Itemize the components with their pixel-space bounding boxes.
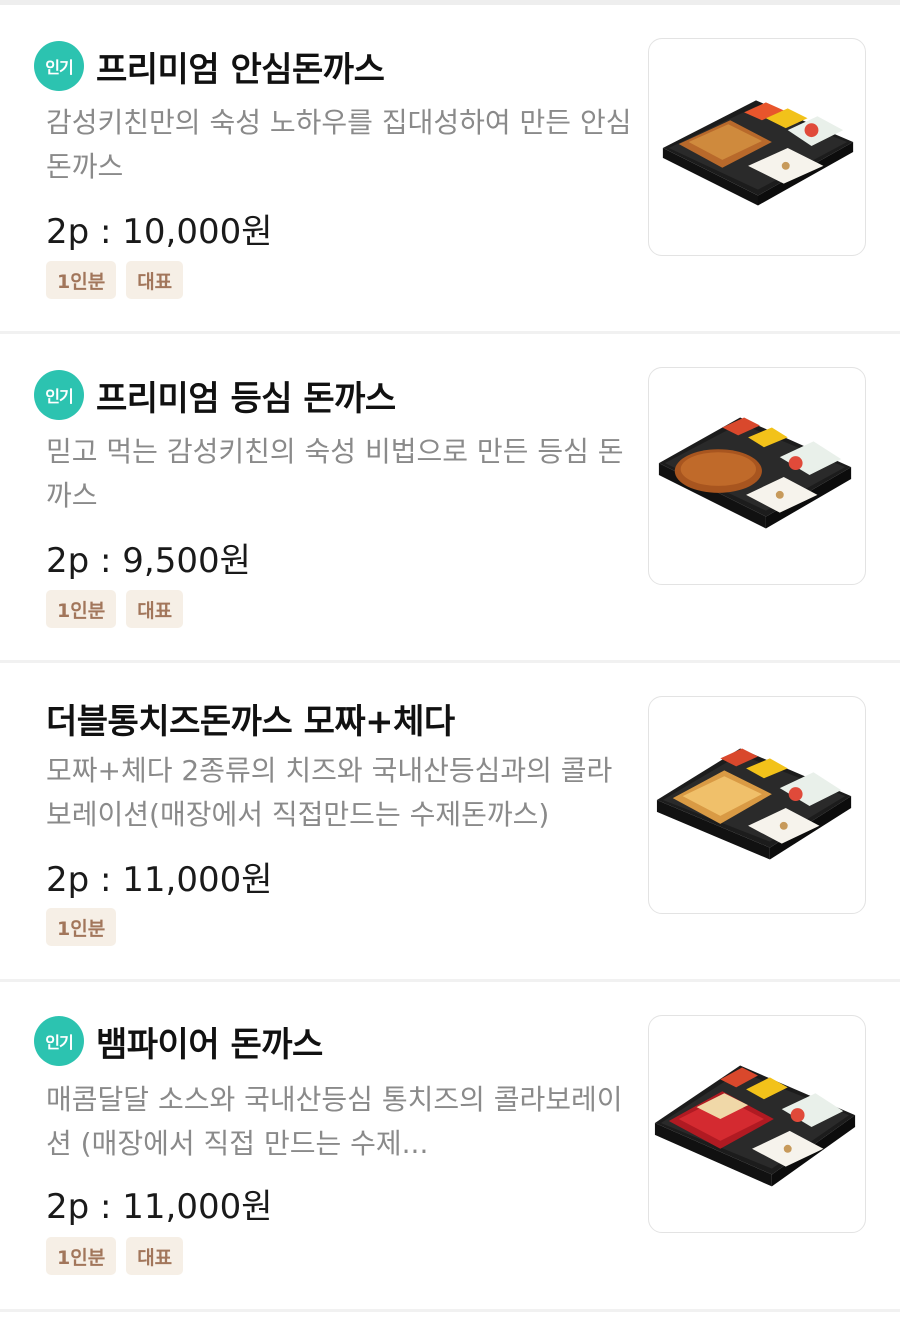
popular-badge: 인기	[34, 1016, 84, 1066]
menu-item-tags: 1인분 대표	[46, 1237, 184, 1275]
menu-item[interactable]: 더블통치즈돈까스 모짜+체다 모짜+체다 2종류의 치즈와 국내산등심과의 콜라…	[0, 662, 900, 981]
menu-item-price: 2p : 10,000원	[46, 212, 273, 252]
menu-item-title: 더블통치즈돈까스 모짜+체다	[46, 701, 455, 742]
popular-badge: 인기	[34, 370, 84, 420]
menu-item-description: 모짜+체다 2종류의 치즈와 국내산등심과의 콜라보레이션(매장에서 직접만드는…	[46, 754, 613, 831]
tag-serving: 1인분	[46, 908, 117, 946]
menu-item-description: 감성키친만의 숙성 노하우를 집대성하여 만든 안심 돈까스	[46, 106, 632, 183]
bento-box-image[interactable]	[648, 38, 866, 256]
menu-item-price: 2p : 9,500원	[46, 541, 251, 581]
menu-item[interactable]: 인기 프리미엄 안심돈까스 감성키친만의 숙성 노하우를 집대성하여 만든 안심…	[0, 0, 900, 333]
tag-serving: 1인분	[46, 590, 117, 628]
item-divider	[0, 1309, 900, 1312]
menu-item-title-row: 더블통치즈돈까스 모짜+체다	[34, 692, 455, 744]
menu-item-price: 2p : 11,000원	[46, 860, 273, 900]
tag-signature: 대표	[126, 590, 184, 628]
menu-item-price: 2p : 11,000원	[46, 1187, 273, 1227]
menu-item-tags: 1인분 대표	[46, 590, 184, 628]
menu-item[interactable]: 인기 뱀파이어 돈까스 매콤달달 소스와 국내산등심 통치즈의 콜라보레이션 (…	[0, 981, 900, 1311]
menu-item-description: 매콤달달 소스와 국내산등심 통치즈의 콜라보레이션 (매장에서 직접 만드는 …	[46, 1083, 623, 1160]
tag-signature: 대표	[126, 261, 184, 299]
bento-box-image[interactable]	[648, 367, 866, 585]
menu-item-title: 뱀파이어 돈까스	[96, 1024, 323, 1065]
tag-serving: 1인분	[46, 261, 117, 299]
menu-item-tags: 1인분	[46, 908, 117, 946]
bento-box-image[interactable]	[648, 1015, 866, 1233]
menu-item-title: 프리미엄 안심돈까스	[96, 49, 385, 90]
menu-item-title-row: 인기 뱀파이어 돈까스	[34, 1015, 323, 1067]
menu-item-description: 믿고 먹는 감성키친의 숙성 비법으로 만든 등심 돈까스	[46, 435, 624, 512]
popular-badge: 인기	[34, 41, 84, 91]
menu-item-title: 프리미엄 등심 돈까스	[96, 378, 396, 419]
menu-item[interactable]: 인기 프리미엄 등심 돈까스 믿고 먹는 감성키친의 숙성 비법으로 만든 등심…	[0, 333, 900, 662]
menu-item-title-row: 인기 프리미엄 안심돈까스	[34, 40, 385, 92]
tag-signature: 대표	[126, 1237, 184, 1275]
menu-item-title-row: 인기 프리미엄 등심 돈까스	[34, 369, 396, 421]
tag-serving: 1인분	[46, 1237, 117, 1275]
bento-box-image[interactable]	[648, 696, 866, 914]
menu-item-tags: 1인분 대표	[46, 261, 184, 299]
